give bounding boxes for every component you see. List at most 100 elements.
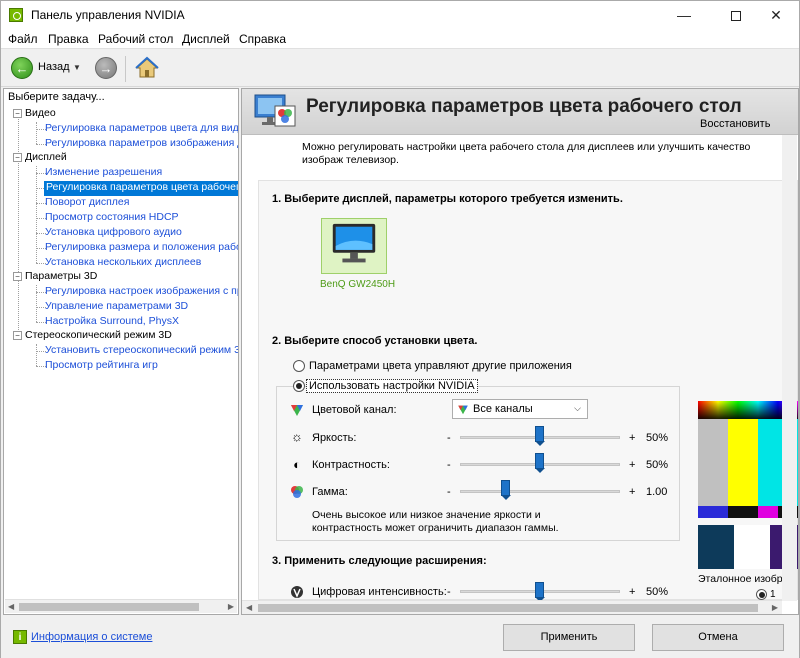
section-select-display: 1. Выберите дисплей, параметры которого …	[272, 193, 623, 205]
digital-vibrance-icon	[291, 586, 303, 598]
contrast-increase[interactable]: +	[629, 459, 635, 471]
desktop-color-icon	[254, 94, 296, 127]
collapse-icon[interactable]: −	[13, 109, 22, 118]
tree-link-surround-physx[interactable]: Настройка Surround, PhysX	[45, 315, 179, 330]
scroll-left-icon[interactable]: ◀	[246, 603, 252, 612]
scroll-right-icon[interactable]: ▶	[772, 603, 778, 612]
tree-link-hdcp-status[interactable]: Просмотр состояния HDCP	[45, 211, 179, 226]
display-tile-benq[interactable]	[321, 218, 387, 274]
tree-link-game-ratings[interactable]: Просмотр рейтинга игр	[45, 359, 158, 374]
reference-image-caption: Эталонное изобра	[698, 573, 789, 585]
task-panel-horizontal-scrollbar[interactable]: ◀ ▶	[5, 599, 237, 613]
radio-use-nvidia-label[interactable]: Использовать настройки NVIDIA	[306, 379, 478, 393]
arrow-right-icon: →	[99, 61, 113, 76]
content-horizontal-scrollbar[interactable]: ◀ ▶	[242, 600, 782, 614]
tree-category-stereo-3d[interactable]: − Стереоскопический режим 3D	[13, 329, 172, 344]
tree-category-video[interactable]: − Видео	[13, 107, 56, 122]
gamma-increase[interactable]: +	[629, 486, 635, 498]
toolbar-separator	[125, 56, 126, 82]
brightness-slider-thumb[interactable]	[535, 426, 545, 446]
page-header: Регулировка параметров цвета рабочего ст…	[242, 89, 798, 135]
reference-radio-1[interactable]	[756, 589, 767, 600]
contrast-value: 50%	[646, 459, 669, 471]
forward-button[interactable]: →	[95, 57, 117, 79]
nvidia-app-icon	[9, 8, 23, 22]
apply-button[interactable]: Применить	[503, 624, 635, 651]
home-icon[interactable]	[135, 56, 159, 80]
content-vertical-scrollbar[interactable]	[782, 135, 797, 601]
minimize-button[interactable]: —	[661, 1, 707, 29]
system-info-icon[interactable]: i	[13, 630, 27, 644]
bottom-bar: i Информация о системе Применить Отмена	[1, 616, 799, 658]
radio-other-apps[interactable]	[293, 360, 305, 372]
task-panel-header: Выберите задачу...	[8, 91, 105, 103]
gamma-slider-thumb[interactable]	[501, 480, 512, 500]
menu-file[interactable]: Файл	[8, 32, 38, 46]
color-channel-icon	[291, 405, 303, 416]
radio-other-apps-label[interactable]: Параметрами цвета управляют другие прило…	[309, 360, 572, 372]
tree-link-video-image[interactable]: Регулировка параметров изображения д	[45, 137, 238, 152]
brightness-increase[interactable]: +	[629, 432, 635, 444]
monitor-icon	[332, 223, 376, 263]
menu-help[interactable]: Справка	[239, 32, 286, 46]
system-info-link[interactable]: Информация о системе	[31, 631, 152, 643]
brightness-icon: ☼	[291, 429, 303, 444]
gamma-slider-track[interactable]	[460, 490, 620, 493]
radio-use-nvidia[interactable]	[293, 380, 305, 392]
task-panel: Выберите задачу... − Видео Регулировка па…	[3, 88, 239, 615]
menu-desktop[interactable]: Рабочий стол	[98, 32, 173, 46]
vibrance-decrease[interactable]: -	[447, 586, 451, 598]
tree-link-digital-audio[interactable]: Установка цифрового аудио	[45, 226, 182, 241]
toolbar: ← Назад ▼ →	[1, 50, 799, 87]
collapse-icon[interactable]: −	[13, 331, 22, 340]
gamma-decrease[interactable]: -	[447, 486, 451, 498]
contrast-slider-thumb[interactable]	[535, 453, 545, 473]
reference-radio-1-label[interactable]: 1	[770, 589, 776, 600]
back-button[interactable]: ←	[11, 57, 33, 79]
menu-display[interactable]: Дисплей	[182, 32, 230, 46]
color-channel-value: Все каналы	[473, 403, 533, 415]
scroll-left-icon[interactable]: ◀	[8, 602, 14, 611]
collapse-icon[interactable]: −	[13, 272, 22, 281]
tree-link-3d-image-settings[interactable]: Регулировка настроек изображения с пр	[45, 285, 238, 300]
vibrance-slider-thumb[interactable]	[535, 582, 545, 602]
contrast-decrease[interactable]: -	[447, 459, 451, 471]
title-bar: Панель управления NVIDIA — ✕	[1, 1, 799, 29]
chevron-down-icon: ⌵	[574, 403, 581, 413]
back-label[interactable]: Назад	[38, 61, 70, 73]
gamma-label: Гамма:	[312, 486, 348, 498]
arrow-left-icon: ←	[15, 61, 29, 76]
scrollbar-thumb[interactable]	[19, 603, 199, 611]
color-channel-dropdown[interactable]: Все каналы ⌵	[452, 399, 588, 419]
all-channels-icon	[458, 405, 468, 415]
brightness-decrease[interactable]: -	[447, 432, 451, 444]
brightness-value: 50%	[646, 432, 669, 444]
tree-link-setup-stereo[interactable]: Установить стереоскопический режим 3	[45, 344, 238, 359]
tree-link-size-position[interactable]: Регулировка размера и положения рабо	[45, 241, 238, 256]
menu-edit[interactable]: Правка	[48, 32, 89, 46]
gamma-value: 1.00	[646, 486, 668, 498]
section-enhancements: 3. Применить следующие расширения:	[272, 555, 487, 567]
tree-category-display[interactable]: − Дисплей	[13, 151, 67, 166]
restore-defaults-link[interactable]: Восстановить	[700, 118, 770, 130]
back-dropdown-icon[interactable]: ▼	[73, 63, 81, 72]
task-tree: − Видео Регулировка параметров цвета для …	[4, 107, 238, 599]
scroll-right-icon[interactable]: ▶	[228, 602, 234, 611]
scrollbar-thumb[interactable]	[258, 604, 758, 612]
digital-vibrance-label: Цифровая интенсивность:	[312, 586, 447, 598]
page-description: Можно регулировать настройки цвета рабоч…	[302, 141, 751, 166]
section-color-method: 2. Выберите способ установки цвета.	[272, 335, 478, 347]
content-panel: Регулировка параметров цвета рабочего ст…	[241, 88, 799, 615]
close-button[interactable]: ✕	[753, 1, 799, 29]
tree-link-desktop-color[interactable]: Регулировка параметров цвета рабочег	[44, 181, 238, 196]
tree-category-3d[interactable]: − Параметры 3D	[13, 270, 97, 285]
tree-link-manage-3d[interactable]: Управление параметрами 3D	[45, 300, 188, 315]
tree-link-multiple-displays[interactable]: Установка нескольких дисплеев	[45, 256, 201, 271]
collapse-icon[interactable]: −	[13, 153, 22, 162]
gamma-range-note: Очень высокое или низкое значение яркост…	[312, 509, 559, 534]
tree-link-change-resolution[interactable]: Изменение разрешения	[45, 166, 162, 181]
tree-link-rotate-display[interactable]: Поворот дисплея	[45, 196, 129, 211]
vibrance-increase[interactable]: +	[629, 586, 635, 598]
tree-link-video-color[interactable]: Регулировка параметров цвета для вид	[45, 122, 238, 137]
cancel-button[interactable]: Отмена	[652, 624, 784, 651]
